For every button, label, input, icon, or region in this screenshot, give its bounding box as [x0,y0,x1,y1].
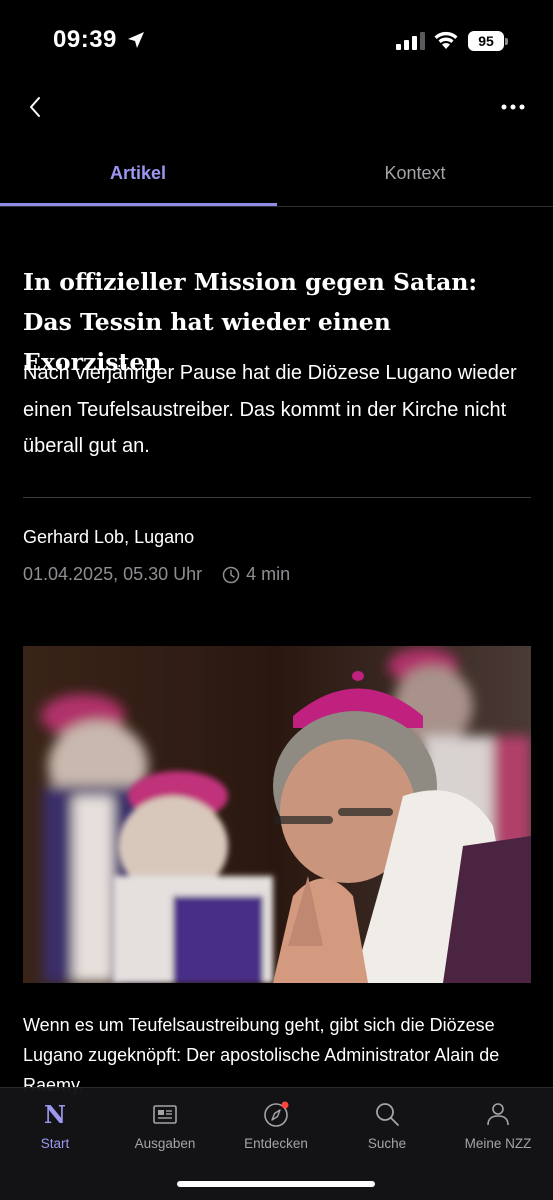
newspaper-icon [153,1105,177,1124]
tabbar-item-meine-nzz[interactable]: Meine NZZ [443,1098,553,1158]
compass-icon [264,1101,289,1127]
back-button[interactable] [20,90,50,124]
tab-kontext[interactable]: Kontext [277,152,553,206]
location-arrow-icon [128,32,144,48]
active-tab-indicator [0,203,277,206]
wifi-icon [434,31,458,49]
article-date: 01.04.2025, 05.30 Uhr [23,564,203,584]
home-indicator [177,1181,375,1187]
tabbar-item-start[interactable]: N Start [0,1098,110,1158]
article-author[interactable]: Gerhard Lob, Lugano [23,527,194,548]
svg-text:N: N [44,1100,66,1128]
status-bar: 09:39 95 [0,0,553,84]
tabbar-item-suche[interactable]: Suche [332,1098,442,1158]
search-icon [376,1103,399,1126]
battery-cap [505,38,508,45]
chevron-left-icon [30,97,40,117]
tabbar-label-start: Start [40,1136,70,1151]
tabbar-label-suche: Suche [367,1136,407,1151]
article-meta: 01.04.2025, 05.30 Uhr 4 min [23,564,290,585]
tabbar-label-meine-nzz: Meine NZZ [464,1136,532,1151]
clock-icon [222,566,240,583]
person-icon [487,1103,509,1126]
battery-level: 95 [468,31,504,51]
tabbar-item-ausgaben[interactable]: Ausgaben [110,1098,220,1158]
battery-indicator: 95 [468,31,508,51]
tabbar-label-ausgaben: Ausgaben [134,1136,196,1151]
reading-time: 4 min [246,564,291,584]
article-photo [23,646,531,983]
divider [23,497,531,498]
article-lead: Nach vierjähriger Pause hat die Diözese … [23,362,517,457]
tabbar-item-entdecken[interactable]: Entdecken [221,1098,331,1158]
status-time: 09:39 [53,26,117,53]
cellular-signal-icon [396,32,425,50]
article-image[interactable] [23,646,531,983]
tab-artikel[interactable]: Artikel [0,152,276,206]
tabbar-label-entdecken: Entdecken [244,1136,308,1151]
article-tabs: Artikel Kontext [0,152,553,207]
more-dots-icon [501,104,525,110]
more-options-button[interactable] [496,94,530,120]
nzz-logo-icon: N [44,1100,66,1128]
notification-badge [281,1101,289,1109]
